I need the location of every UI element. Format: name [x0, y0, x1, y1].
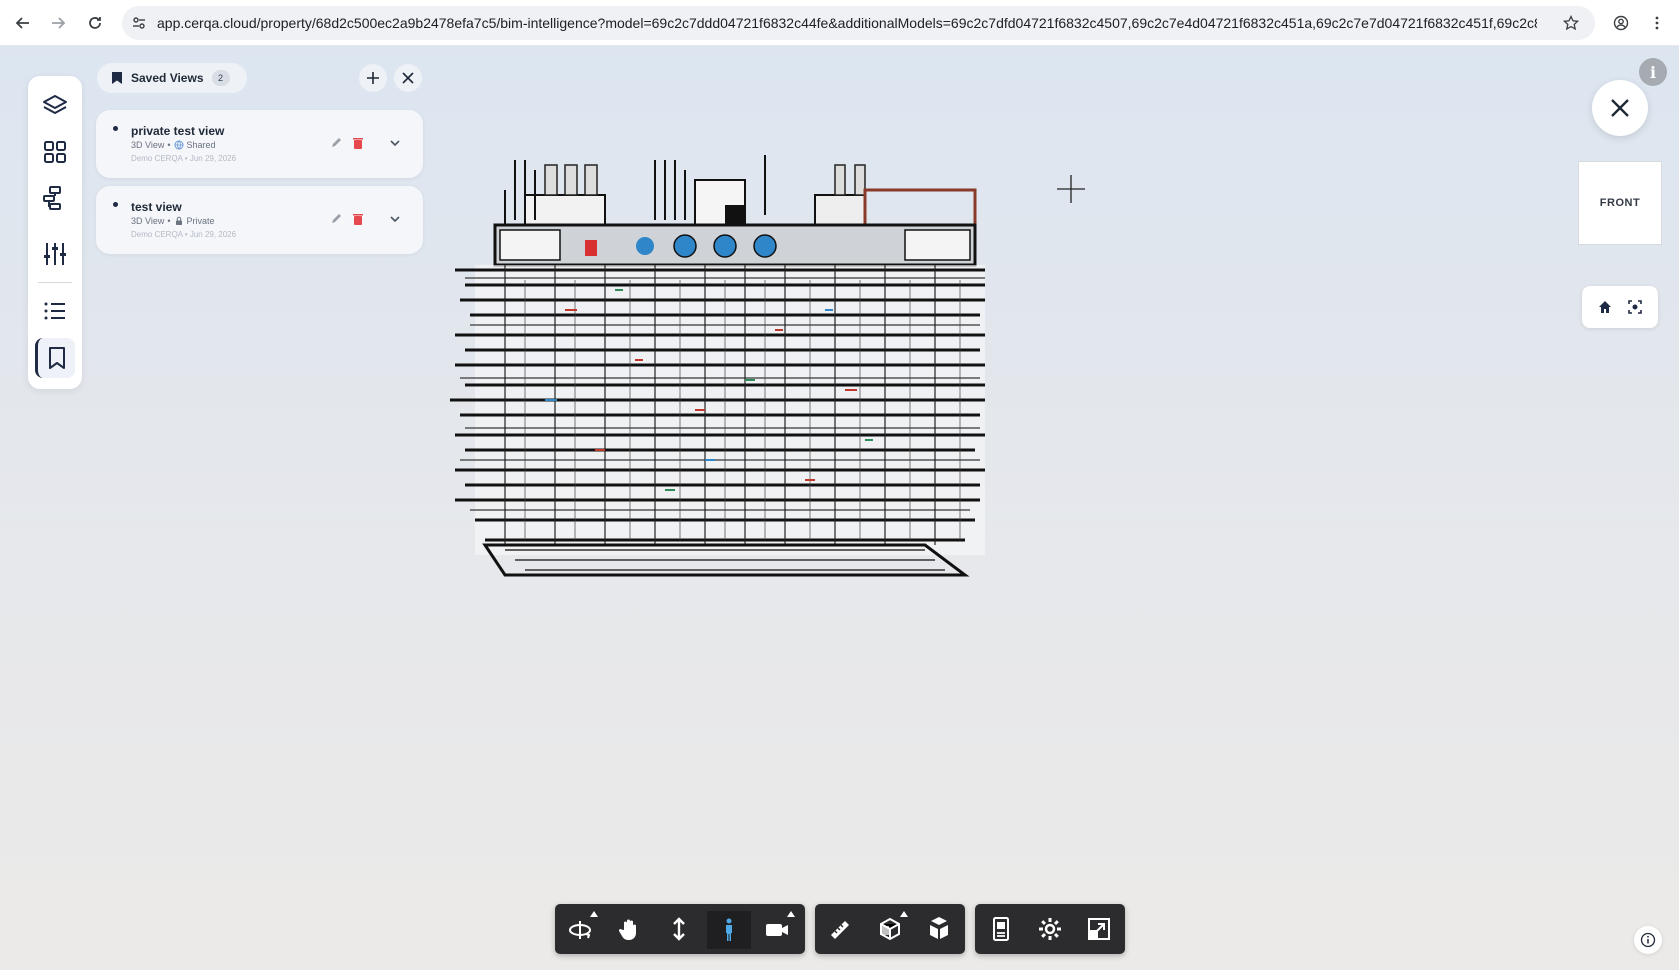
bookmark-star-icon[interactable]: [1556, 8, 1586, 38]
layers-icon[interactable]: [35, 86, 75, 126]
chevron-down-icon[interactable]: [388, 136, 402, 150]
close-viewer-button[interactable]: [1592, 80, 1648, 136]
model-rooftop: [493, 155, 977, 267]
saved-views-header: Saved Views 2: [97, 63, 247, 93]
left-tool-rail: [28, 76, 82, 389]
forward-icon[interactable]: [43, 8, 73, 38]
back-icon[interactable]: [8, 8, 38, 38]
edit-icon[interactable]: [329, 136, 343, 150]
visibility-label: Shared: [186, 140, 216, 150]
view-dot: [113, 126, 118, 131]
visibility-label: Private: [186, 216, 215, 226]
delete-icon[interactable]: [351, 136, 365, 150]
view-type-label: 3D View: [131, 216, 165, 226]
saved-view-meta: Demo CERQA • Jun 29, 2026: [131, 154, 237, 163]
list-icon[interactable]: [35, 291, 75, 331]
bim-model-3d[interactable]: [445, 150, 1005, 590]
fullscreen-icon[interactable]: [1077, 909, 1121, 949]
explode-icon[interactable]: [917, 909, 961, 949]
close-icon: [1611, 99, 1629, 117]
saved-view-name: test view: [131, 200, 182, 214]
analysis-toolbar: [815, 904, 965, 954]
orbit-icon[interactable]: [558, 909, 602, 949]
home-icon[interactable]: [1595, 297, 1615, 317]
add-view-button[interactable]: [359, 64, 387, 92]
pan-icon[interactable]: [607, 909, 651, 949]
saved-views-title: Saved Views: [131, 71, 204, 85]
walk-icon[interactable]: [707, 909, 751, 949]
fit-view-icon[interactable]: [1625, 297, 1645, 317]
saved-view-name: private test view: [131, 124, 225, 138]
site-settings-icon[interactable]: [131, 15, 147, 31]
measure-icon[interactable]: [819, 909, 863, 949]
info-icon[interactable]: i: [1639, 58, 1667, 86]
zoom-icon[interactable]: [657, 909, 701, 949]
properties-icon[interactable]: [979, 909, 1023, 949]
navigation-toolbar: [555, 904, 805, 954]
model-floors: [450, 265, 985, 577]
section-icon[interactable]: [868, 909, 912, 949]
viewcube-face-label: FRONT: [1599, 197, 1641, 209]
plus-icon: [367, 72, 379, 84]
settings-icon[interactable]: [1028, 909, 1072, 949]
saved-view-type: 3D View • Private: [131, 216, 215, 226]
sliders-icon[interactable]: [35, 234, 75, 274]
delete-icon[interactable]: [351, 212, 365, 226]
camera-icon[interactable]: [755, 909, 799, 949]
view-type-label: 3D View: [131, 140, 165, 150]
grid-icon[interactable]: [35, 132, 75, 172]
chevron-down-icon[interactable]: [388, 212, 402, 226]
edit-icon[interactable]: [329, 212, 343, 226]
view-dot: [113, 202, 118, 207]
address-bar[interactable]: app.cerqa.cloud/property/68d2c500ec2a9b2…: [122, 6, 1595, 40]
bookmark-icon[interactable]: [35, 338, 75, 378]
close-panel-button[interactable]: [394, 64, 422, 92]
separator: •: [167, 216, 171, 226]
globe-icon: [174, 140, 184, 150]
close-icon: [402, 72, 414, 84]
viewcube[interactable]: FRONT: [1578, 161, 1662, 245]
bookmark-filled-icon: [112, 72, 122, 84]
url-text[interactable]: app.cerqa.cloud/property/68d2c500ec2a9b2…: [157, 15, 1537, 31]
lock-icon: [175, 216, 182, 225]
browser-menu-icon[interactable]: [1642, 8, 1672, 38]
view-controls: [1582, 286, 1658, 328]
saved-view-card[interactable]: private test view 3D View • Shared Demo …: [96, 110, 423, 178]
crosshair-cursor-icon: [1057, 175, 1085, 203]
saved-view-card[interactable]: test view 3D View • Private Demo CERQA •…: [96, 186, 423, 254]
reload-icon[interactable]: [80, 8, 110, 38]
settings-toolbar: [975, 904, 1125, 954]
saved-view-meta: Demo CERQA • Jun 29, 2026: [131, 230, 237, 239]
browser-toolbar: app.cerqa.cloud/property/68d2c500ec2a9b2…: [0, 0, 1679, 46]
saved-views-count: 2: [211, 70, 230, 86]
profile-icon[interactable]: [1606, 8, 1636, 38]
rail-divider: [38, 282, 72, 283]
saved-view-type: 3D View • Shared: [131, 140, 216, 150]
hierarchy-icon[interactable]: [35, 178, 75, 218]
separator: •: [167, 140, 171, 150]
help-info-icon[interactable]: [1634, 926, 1662, 954]
